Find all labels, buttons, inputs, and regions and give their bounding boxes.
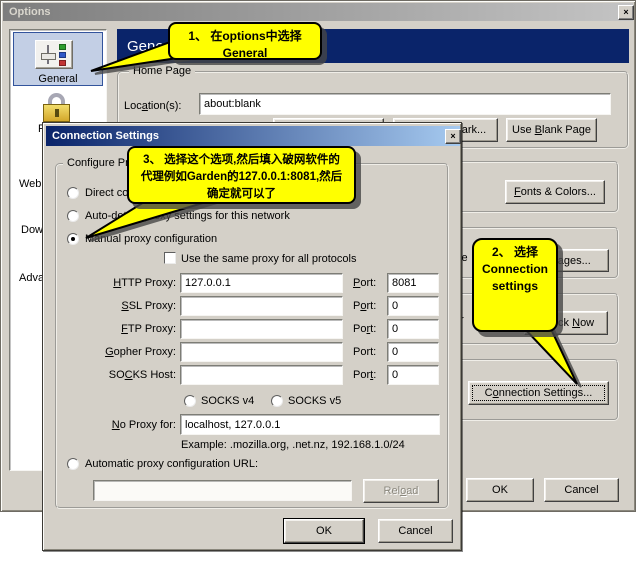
options-cancel-button[interactable]: Cancel [544, 478, 619, 502]
gopher-port-input[interactable] [387, 342, 439, 362]
ftp-port-label: Port: [353, 323, 376, 335]
green-square [59, 44, 66, 50]
http-proxy-label: HTTP Proxy: [61, 277, 176, 289]
options-ok-button[interactable]: OK [466, 478, 534, 502]
ftp-proxy-input[interactable] [180, 319, 343, 339]
dialog-ok-button[interactable]: OK [284, 519, 364, 543]
manual-proxy-radio[interactable] [67, 233, 79, 245]
socks-v5-radio[interactable] [271, 395, 283, 407]
callout3-line1: 3、 选择这个选项,然后填入破网软件的 [129, 152, 354, 169]
red-square [59, 60, 66, 66]
connection-settings-button[interactable]: Connection Settings... [468, 381, 609, 405]
lock-icon[interactable] [43, 92, 71, 124]
socks-host-input[interactable] [180, 365, 343, 385]
socks-v4-radio[interactable] [184, 395, 196, 407]
http-port-input[interactable] [387, 273, 439, 293]
callout1-line1: 1、 在options中选择 [170, 28, 320, 45]
ftp-proxy-label: FTP Proxy: [61, 323, 176, 335]
sidebar-item-general[interactable]: General [13, 32, 103, 86]
ssl-proxy-label: SSL Proxy: [61, 300, 176, 312]
window-title: Options [9, 6, 51, 18]
reload-label: Reload [384, 485, 419, 497]
fonts-colors-label: Fonts & Colors... [514, 186, 596, 198]
options-titlebar[interactable]: Options [3, 3, 633, 21]
screenshot-stage: Options × General Privacy [0, 0, 636, 561]
http-proxy-input[interactable] [180, 273, 343, 293]
use-blank-page-button[interactable]: Use Blank Page [506, 118, 597, 142]
dialog-ok-label: OK [316, 525, 332, 537]
reload-button[interactable]: Reload [363, 479, 439, 503]
callout2-line3: settings [474, 278, 556, 295]
ok-label: OK [492, 484, 508, 496]
auto-url-label[interactable]: Automatic proxy configuration URL: [85, 458, 258, 470]
same-proxy-checkbox[interactable] [164, 252, 176, 264]
ssl-port-label: Port: [353, 300, 376, 312]
socks-port-input[interactable] [387, 365, 439, 385]
sidebar-item-label: General [14, 73, 102, 85]
use-blank-page-label: Use Blank Page [512, 124, 591, 136]
dialog-cancel-button[interactable]: Cancel [378, 519, 453, 543]
lock-keyhole [55, 109, 59, 117]
callout-3: 3、 选择这个选项,然后填入破网软件的 代理例如Garden的127.0.0.1… [127, 146, 356, 204]
direct-connection-radio[interactable] [67, 187, 79, 199]
blue-square [59, 52, 66, 58]
http-port-label: Port: [353, 277, 376, 289]
callout3-line3: 确定就可以了 [129, 186, 354, 203]
dialog-titlebar[interactable]: Connection Settings [46, 126, 460, 146]
gopher-proxy-label: Gopher Proxy: [61, 346, 176, 358]
auto-url-radio[interactable] [67, 458, 79, 470]
general-icon [35, 40, 73, 69]
ssl-port-input[interactable] [387, 296, 439, 316]
dialog-cancel-label: Cancel [398, 525, 432, 537]
socks-host-label: SOCKS Host: [61, 369, 176, 381]
same-proxy-label[interactable]: Use the same proxy for all protocols [181, 253, 356, 265]
dialog-title: Connection Settings [52, 130, 159, 142]
manual-proxy-label[interactable]: Manual proxy configuration [85, 233, 217, 245]
callout1-line2: General [170, 45, 320, 62]
callout2-line1: 2、 选择 [474, 244, 556, 261]
auto-url-input[interactable] [93, 480, 352, 501]
ssl-proxy-input[interactable] [180, 296, 343, 316]
location-input[interactable] [199, 93, 611, 115]
no-proxy-input[interactable] [180, 414, 440, 435]
gopher-proxy-input[interactable] [180, 342, 343, 362]
callout2-line2: Connection [474, 261, 556, 278]
no-proxy-example: Example: .mozilla.org, .net.nz, 192.168.… [181, 439, 405, 451]
cancel-label: Cancel [564, 484, 598, 496]
connection-settings-label: Connection Settings... [485, 387, 593, 399]
no-proxy-label: No Proxy for: [61, 419, 176, 431]
ftp-port-input[interactable] [387, 319, 439, 339]
fonts-colors-button[interactable]: Fonts & Colors... [505, 180, 605, 204]
socks-v4-label[interactable]: SOCKS v4 [201, 395, 254, 407]
slider-handle [41, 53, 56, 60]
gopher-port-label: Port: [353, 346, 376, 358]
autodetect-label[interactable]: Auto-detect proxy settings for this netw… [85, 210, 290, 222]
dialog-close-icon[interactable]: × [445, 129, 461, 144]
socks-v5-label[interactable]: SOCKS v5 [288, 395, 341, 407]
callout3-line2: 代理例如Garden的127.0.0.1:8081,然后 [129, 169, 354, 186]
callout-2: 2、 选择 Connection settings [472, 238, 558, 332]
socks-port-label: Port: [353, 369, 376, 381]
callout-1: 1、 在options中选择 General [168, 22, 322, 60]
autodetect-radio[interactable] [67, 210, 79, 222]
close-icon[interactable]: × [618, 5, 634, 20]
location-label: Location(s): [124, 100, 182, 112]
home-page-legend: Home Page [129, 65, 195, 77]
